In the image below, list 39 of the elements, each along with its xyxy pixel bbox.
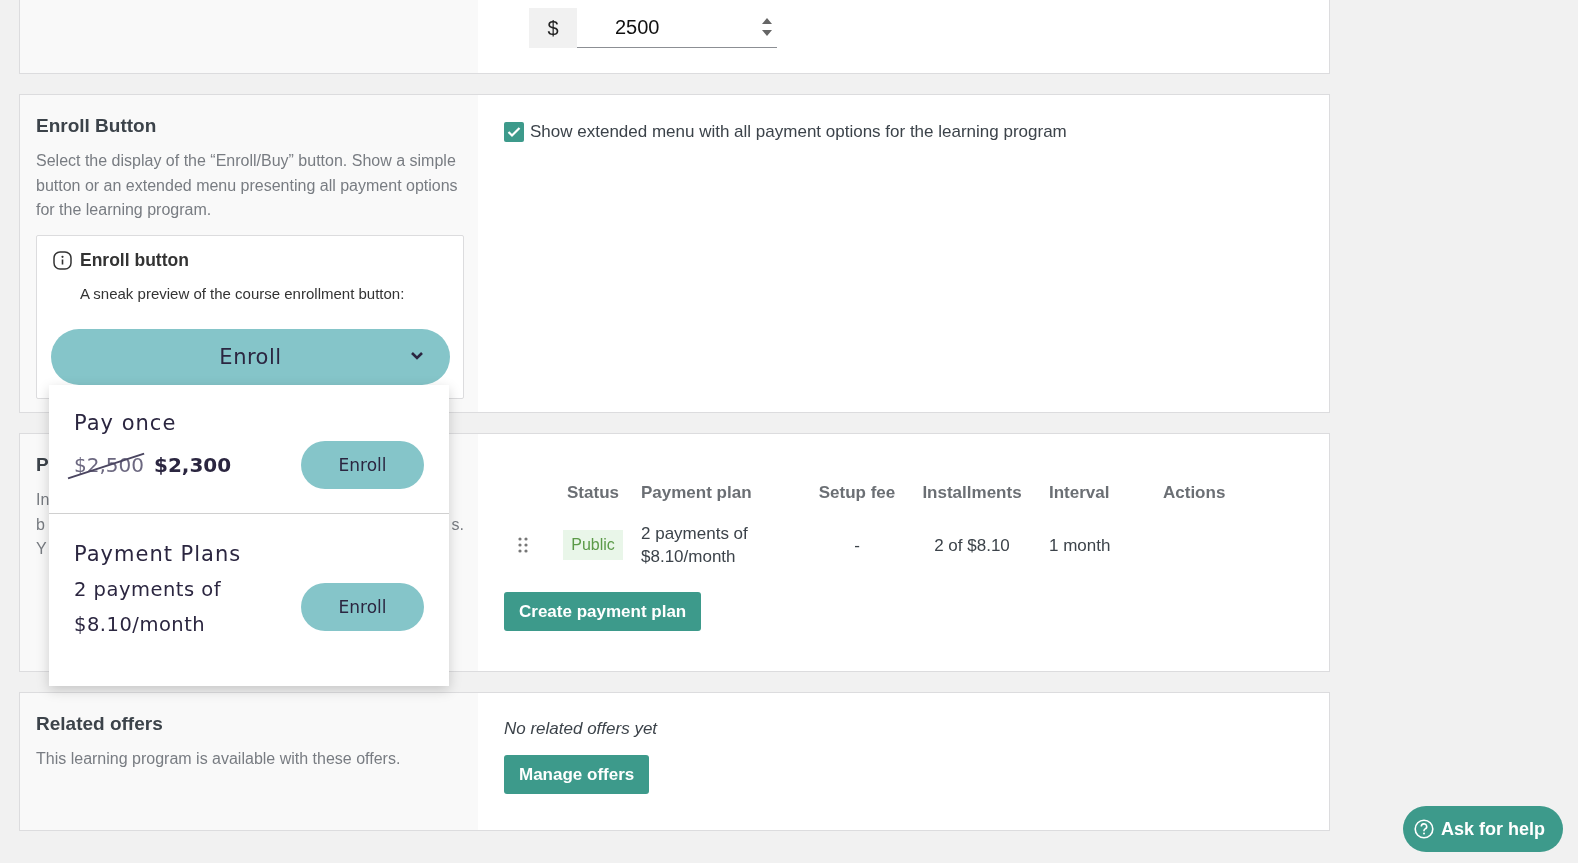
checkbox[interactable] xyxy=(504,122,524,142)
status-badge: Public xyxy=(563,530,623,560)
column-header: Status xyxy=(566,482,620,504)
checkbox-label: Show extended menu with all payment options for the learning program xyxy=(530,122,1067,142)
description-text: Y xyxy=(36,539,47,559)
column-header: Payment plan xyxy=(640,482,753,504)
empty-message: No related offers yet xyxy=(504,719,659,739)
section-description: Select the display of the “Enroll/Buy” button. Show a simple button or an extended menu presenting all payment options for the learning program. xyxy=(36,151,459,220)
description-text: b xyxy=(36,514,45,535)
currency-label: $ xyxy=(529,8,577,48)
column-header: Installments xyxy=(921,482,1023,504)
option-title: Pay once xyxy=(74,410,178,435)
enroll-button[interactable]: Enroll xyxy=(301,582,424,631)
spinner-icon[interactable] xyxy=(761,16,773,38)
table-cell-text: - xyxy=(853,534,861,557)
drag-handle-icon[interactable] xyxy=(518,537,528,553)
column-header: Actions xyxy=(1162,482,1227,504)
option-title: Payment Plans xyxy=(74,541,243,566)
column-header: Interval xyxy=(1048,482,1111,504)
info-icon xyxy=(53,250,72,270)
table-cell-text: 2 payments of $8.10/month xyxy=(640,523,749,568)
preview-title: Enroll button xyxy=(80,249,189,271)
chevron-icon xyxy=(410,350,424,361)
section-title: Related offers xyxy=(36,713,163,735)
preview-subtitle: A sneak preview of the course enrollment button: xyxy=(80,284,406,302)
enroll-button[interactable]: Enroll xyxy=(301,440,424,489)
help-icon xyxy=(1413,819,1434,839)
section-title: P xyxy=(36,454,49,476)
check-icon xyxy=(507,126,521,138)
table-cell-text: 1 month xyxy=(1048,534,1112,557)
column-header: Setup fee xyxy=(817,482,897,504)
sale-price: $2,300 xyxy=(154,452,232,477)
section-title: Enroll Button xyxy=(36,115,157,137)
section-description: This learning program is available with these offers. xyxy=(36,749,402,769)
plan-price: 2 payments of $8.10/month xyxy=(74,576,223,638)
description-text: s. xyxy=(451,514,464,535)
table-cell-text: 2 of $8.10 xyxy=(933,534,1011,557)
enroll-dropdown-button[interactable]: Enroll xyxy=(51,328,450,385)
description-text: In xyxy=(36,490,50,510)
